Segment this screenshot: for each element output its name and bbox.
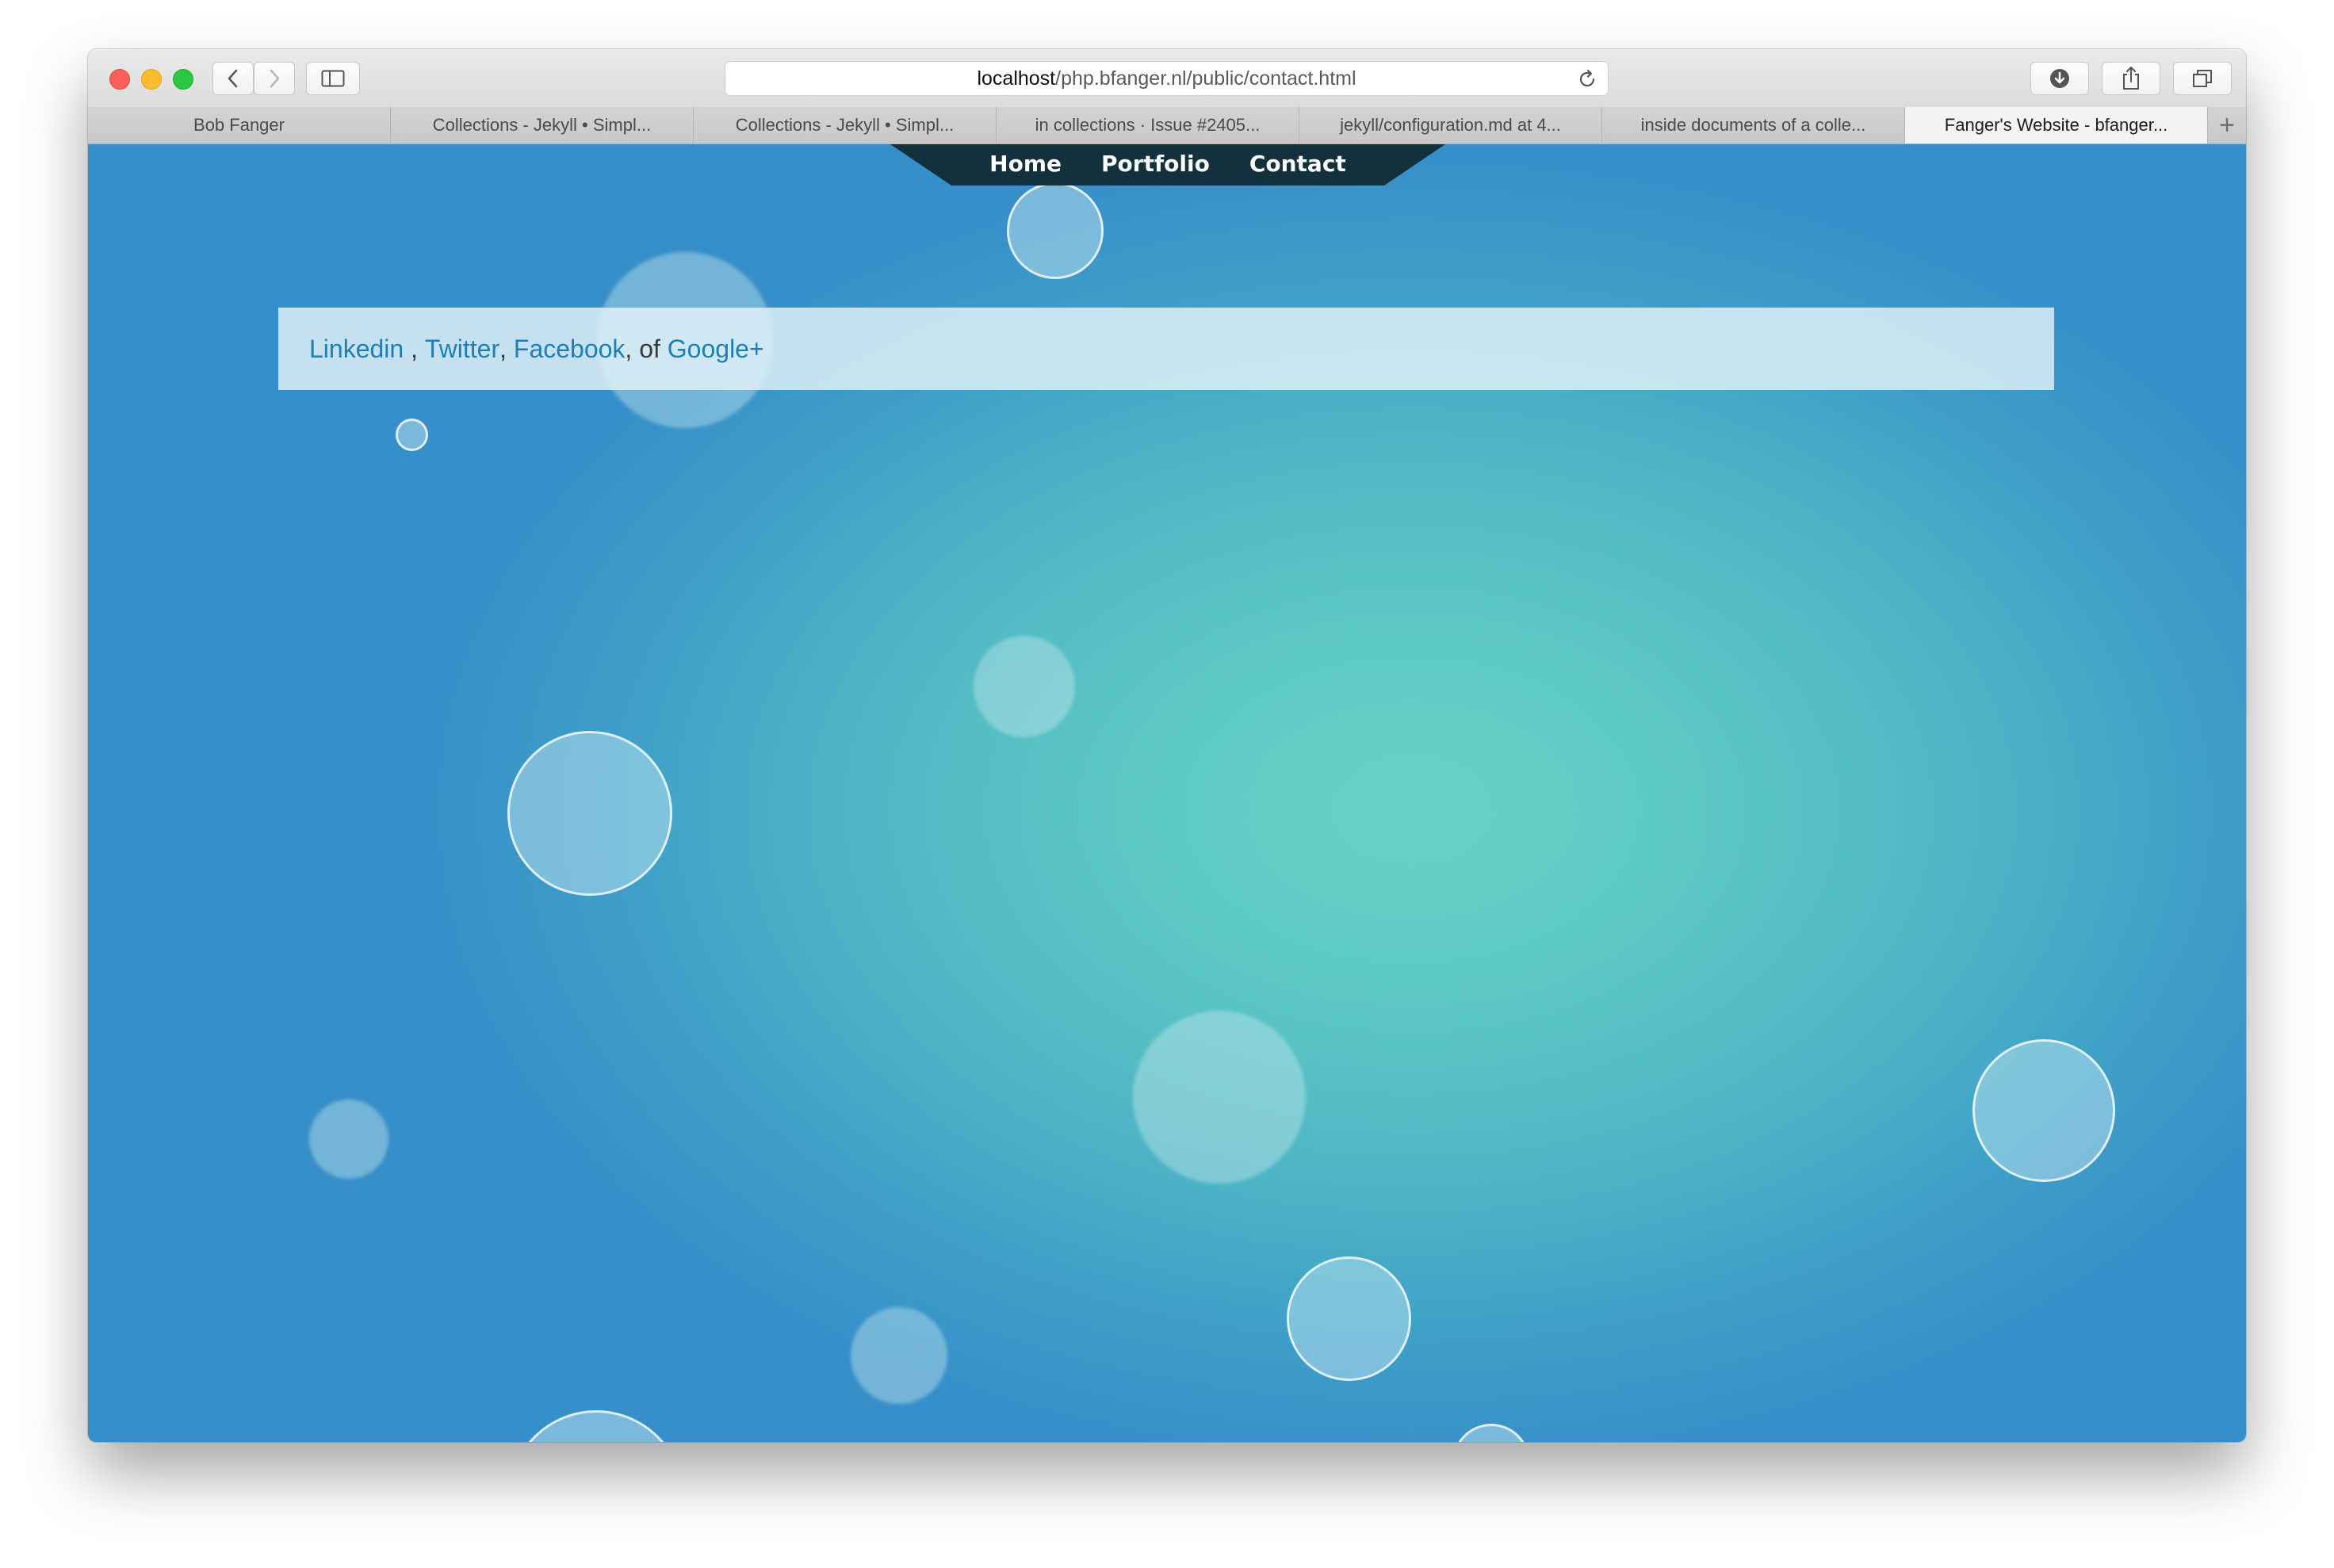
bubble-decoration xyxy=(851,1307,947,1404)
separator-text: , of xyxy=(625,334,668,363)
minimize-window-button[interactable] xyxy=(141,69,162,90)
site-nav: Home Portfolio Contact xyxy=(890,144,1445,185)
tab-collections-jekyll-1[interactable]: Collections - Jekyll • Simpl... xyxy=(391,107,694,143)
reload-icon[interactable] xyxy=(1576,68,1598,90)
bubble-decoration xyxy=(396,419,428,451)
share-icon xyxy=(2121,66,2141,91)
separator-text: , xyxy=(404,334,425,363)
bubble-decoration xyxy=(1287,1256,1411,1381)
google-plus-link[interactable]: Google+ xyxy=(668,335,764,364)
chevron-left-icon xyxy=(225,68,241,89)
zoom-window-button[interactable] xyxy=(173,69,193,90)
url-host: localhost xyxy=(977,67,1056,90)
bubble-decoration xyxy=(507,731,672,896)
tab-fangers-website[interactable]: Fanger's Website - bfanger... xyxy=(1905,107,2208,143)
back-button[interactable] xyxy=(212,62,254,95)
bubble-decoration xyxy=(1452,1424,1530,1442)
bubble-decoration xyxy=(1133,1011,1306,1184)
separator-text: , xyxy=(499,334,514,363)
tab-inside-documents[interactable]: inside documents of a colle... xyxy=(1602,107,1905,143)
tab-bob-fanger[interactable]: Bob Fanger xyxy=(88,107,391,143)
nav-contact-link[interactable]: Contact xyxy=(1249,151,1346,177)
nav-home-link[interactable]: Home xyxy=(989,151,1062,177)
browser-toolbar: localhost/php.bfanger.nl/public/contact.… xyxy=(88,49,2246,108)
url-path: /php.bfanger.nl/public/contact.html xyxy=(1055,67,1356,90)
tab-jekyll-configuration[interactable]: jekyll/configuration.md at 4... xyxy=(1299,107,1602,143)
address-bar[interactable]: localhost/php.bfanger.nl/public/contact.… xyxy=(725,61,1609,96)
facebook-link[interactable]: Facebook xyxy=(514,335,626,364)
bubble-decoration xyxy=(309,1100,388,1179)
close-window-button[interactable] xyxy=(109,69,130,90)
tabs-overview-icon xyxy=(2191,68,2213,89)
bubble-decoration xyxy=(508,1410,684,1442)
tab-issue-2405[interactable]: in collections · Issue #2405... xyxy=(997,107,1299,143)
download-icon xyxy=(2049,67,2071,90)
tab-overview-button[interactable] xyxy=(2173,62,2232,95)
nav-portfolio-link[interactable]: Portfolio xyxy=(1101,151,1210,177)
page-viewport: Home Portfolio Contact Linkedin , Twitte… xyxy=(88,144,2246,1442)
twitter-link[interactable]: Twitter xyxy=(425,335,499,364)
tab-bar: Bob Fanger Collections - Jekyll • Simpl.… xyxy=(88,107,2246,144)
downloads-button[interactable] xyxy=(2030,62,2089,95)
share-button[interactable] xyxy=(2102,62,2160,95)
bubble-decoration xyxy=(974,636,1075,737)
new-tab-button[interactable]: + xyxy=(2208,107,2246,143)
chevron-right-icon xyxy=(266,68,282,89)
bubble-decoration xyxy=(1007,182,1104,279)
browser-window: localhost/php.bfanger.nl/public/contact.… xyxy=(88,49,2246,1442)
linkedin-link[interactable]: Linkedin xyxy=(309,335,404,364)
sidebar-icon xyxy=(321,70,345,87)
contact-links-box: Linkedin , Twitter, Facebook, of Google+ xyxy=(278,308,2054,390)
forward-button[interactable] xyxy=(254,62,295,95)
sidebar-button[interactable] xyxy=(306,62,360,95)
tab-collections-jekyll-2[interactable]: Collections - Jekyll • Simpl... xyxy=(694,107,997,143)
bubble-decoration xyxy=(1972,1039,2115,1182)
